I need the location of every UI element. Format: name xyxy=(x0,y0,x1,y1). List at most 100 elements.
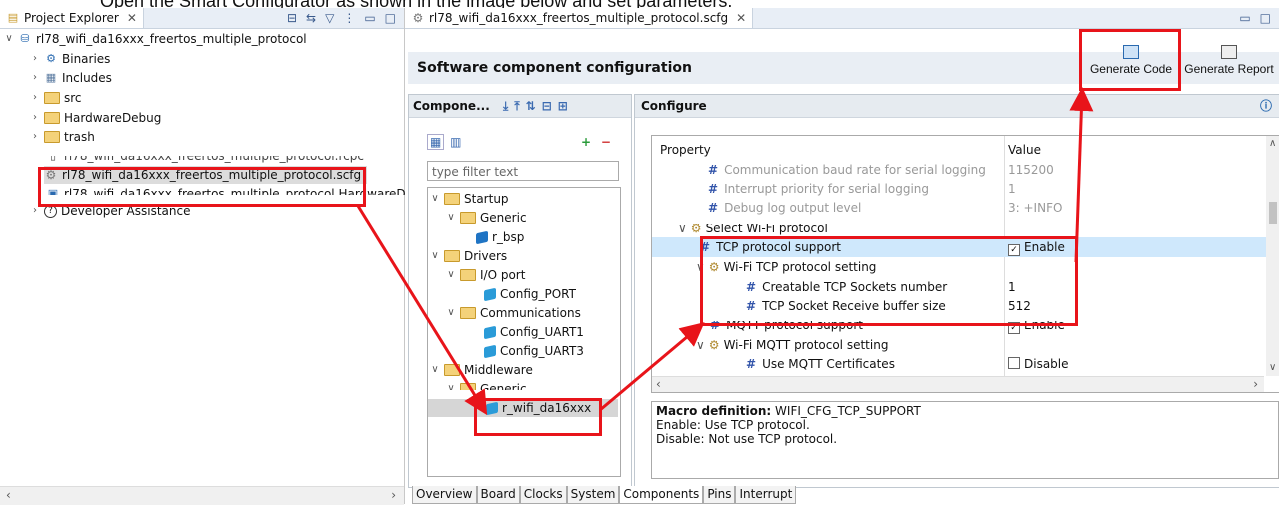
table-row[interactable]: # Interrupt priority for serial logging 1 xyxy=(652,179,1264,199)
checkbox-unchecked[interactable] xyxy=(1008,357,1020,369)
tab-project-explorer[interactable]: ▤ Project Explorer ✕ xyxy=(0,8,144,28)
tree-item-generic-middleware[interactable]: ∨ Generic xyxy=(446,380,527,390)
tab-overview[interactable]: Overview xyxy=(412,486,477,504)
info-icon[interactable]: ⓘ xyxy=(1260,95,1272,117)
tab-interrupt[interactable]: Interrupt xyxy=(735,486,797,504)
tree-item-hardwaredebug[interactable]: › HardwareDebug xyxy=(30,109,161,127)
project-explorer-toolbar: ⊟ ⇆ ▽ ⋮ ▭ □ xyxy=(287,11,404,25)
bsp-component-icon xyxy=(476,230,488,244)
tree-item-trash[interactable]: › trash xyxy=(30,128,95,146)
tab-system[interactable]: System xyxy=(566,486,620,504)
chevron-down-icon[interactable]: ∨ xyxy=(446,266,456,284)
tree-item-startup[interactable]: ∨ Startup xyxy=(430,190,508,208)
tree-item-drivers[interactable]: ∨ Drivers xyxy=(430,247,507,265)
chevron-right-icon[interactable]: › xyxy=(30,128,40,146)
horizontal-scrollbar[interactable]: ‹ › xyxy=(652,376,1264,392)
tree-item-r-bsp[interactable]: r_bsp xyxy=(476,228,524,246)
add-component-icon[interactable]: ⤓ xyxy=(503,99,514,113)
property-name: Communication baud rate for serial loggi… xyxy=(724,163,986,177)
includes-icon: ▦ xyxy=(45,71,57,84)
tree-item-project[interactable]: ∨ ⛁ rl78_wifi_da16xxx_freertos_multiple_… xyxy=(4,30,306,48)
close-icon[interactable]: ✕ xyxy=(127,11,137,25)
chevron-down-icon[interactable]: ∨ xyxy=(446,380,456,390)
tree-item-label: Drivers xyxy=(464,249,508,263)
tab-scfg-editor[interactable]: ⚙ rl78_wifi_da16xxx_freertos_multiple_pr… xyxy=(405,8,754,28)
editor-tabbar: ⚙ rl78_wifi_da16xxx_freertos_multiple_pr… xyxy=(405,8,1279,29)
chevron-right-icon[interactable]: › xyxy=(30,50,40,68)
scroll-down-icon[interactable]: ∨ xyxy=(1269,362,1276,373)
filter-input[interactable]: type filter text xyxy=(427,161,619,181)
tree-item-io-port[interactable]: ∨ I/O port xyxy=(446,266,525,284)
tree-item-config-uart3[interactable]: Config_UART3 xyxy=(484,342,584,360)
chevron-down-icon[interactable]: ∨ xyxy=(678,224,687,235)
scroll-left-icon[interactable]: ‹ xyxy=(656,377,661,391)
table-row[interactable]: # Debug log output level 3: +INFO xyxy=(652,198,1264,218)
chevron-down-icon[interactable]: ∨ xyxy=(446,304,456,322)
chevron-down-icon[interactable]: ∨ xyxy=(430,190,440,208)
tree-item-label: Binaries xyxy=(62,52,111,66)
chevron-right-icon[interactable]: › xyxy=(30,89,40,107)
horizontal-scrollbar[interactable]: ‹ › xyxy=(0,486,404,505)
tab-pins[interactable]: Pins xyxy=(703,486,736,504)
scrollbar-thumb[interactable] xyxy=(1269,202,1277,224)
tree-item-binaries[interactable]: › ⚙ Binaries xyxy=(30,50,110,68)
view-toggle-icons: ▦ ▥ xyxy=(427,134,464,150)
gear-icon: ⚙ xyxy=(690,221,702,235)
chevron-down-icon[interactable]: ∨ xyxy=(446,209,456,227)
link-editor-icon[interactable]: ⇆ xyxy=(306,11,316,25)
tree-item-config-port[interactable]: Config_PORT xyxy=(484,285,576,303)
tree-item-communications[interactable]: ∨ Communications xyxy=(446,304,581,322)
tree-item-label: rl78_wifi_da16xxx_freertos_multiple_prot… xyxy=(64,149,364,163)
minimize-icon[interactable]: ▭ xyxy=(364,11,375,25)
chevron-right-icon[interactable]: › xyxy=(30,69,40,87)
category-view-icon[interactable]: ▦ xyxy=(427,134,445,150)
maximize-icon[interactable]: □ xyxy=(385,11,396,25)
hash-icon: # xyxy=(708,163,719,177)
tree-item-config-uart1[interactable]: Config_UART1 xyxy=(484,323,584,341)
close-icon[interactable]: ✕ xyxy=(736,11,746,25)
tree-item-generic[interactable]: ∨ Generic xyxy=(446,209,526,227)
import-icon[interactable]: ⤒ xyxy=(514,99,525,113)
generate-report-button[interactable]: Generate Report xyxy=(1180,34,1278,86)
tab-components[interactable]: Components xyxy=(619,486,704,504)
tree-item-label: Config_PORT xyxy=(500,287,576,301)
minimize-icon[interactable]: ▭ xyxy=(1239,11,1250,25)
column-header-property: Property xyxy=(660,143,711,157)
collapse-all-icon[interactable]: ⊟ xyxy=(287,11,297,25)
maximize-icon[interactable]: □ xyxy=(1260,11,1271,25)
tree-item-rcpc[interactable]: ▯ rl78_wifi_da16xxx_freertos_multiple_pr… xyxy=(46,149,364,165)
configure-header-label: Configure xyxy=(641,99,707,113)
scroll-right-icon[interactable]: › xyxy=(1253,377,1258,391)
chevron-down-icon[interactable]: ∨ xyxy=(430,361,440,379)
tab-board[interactable]: Board xyxy=(476,486,520,504)
table-row[interactable]: ∨ ⚙ Wi-Fi MQTT protocol setting xyxy=(652,335,1264,355)
table-row[interactable]: # Communication baud rate for serial logg… xyxy=(652,160,1264,180)
scroll-up-icon[interactable]: ∧ xyxy=(1269,138,1276,149)
chevron-down-icon[interactable]: ∨ xyxy=(696,338,705,352)
component-action-icons: + − xyxy=(581,135,611,149)
chevron-right-icon[interactable]: › xyxy=(30,109,40,127)
sort-icon[interactable]: ⇅ xyxy=(526,99,542,113)
filter-icon[interactable]: ▽ xyxy=(325,11,334,25)
remove-component-icon[interactable]: − xyxy=(601,135,611,149)
property-name: Use MQTT Certificates xyxy=(762,357,895,371)
scroll-right-icon[interactable]: › xyxy=(391,488,396,502)
expand-icon[interactable]: ⊞ xyxy=(558,99,574,113)
tree-item-middleware[interactable]: ∨ Middleware xyxy=(430,361,533,379)
chevron-down-icon[interactable]: ∨ xyxy=(4,30,14,48)
tree-item-includes[interactable]: › ▦ Includes xyxy=(30,69,112,87)
tree-view-icon[interactable]: ▥ xyxy=(448,135,463,149)
component-icon xyxy=(484,287,496,301)
chevron-down-icon[interactable]: ∨ xyxy=(430,247,440,265)
collapse-icon[interactable]: ⊟ xyxy=(542,99,558,113)
folder-icon xyxy=(460,383,476,390)
scroll-left-icon[interactable]: ‹ xyxy=(6,488,11,502)
table-row[interactable]: ∨ ⚙ Select Wi-Fi protocol xyxy=(652,221,1264,238)
add-component-plus-icon[interactable]: + xyxy=(581,135,591,149)
view-menu-icon[interactable]: ⋮ xyxy=(343,11,355,25)
tree-item-src[interactable]: › src xyxy=(30,89,82,107)
table-row[interactable]: # Use MQTT Certificates Disable xyxy=(652,354,1264,371)
tree-item-label: src xyxy=(64,91,82,105)
tab-clocks[interactable]: Clocks xyxy=(519,486,567,504)
vertical-scrollbar[interactable]: ∧ ∨ xyxy=(1266,136,1279,376)
